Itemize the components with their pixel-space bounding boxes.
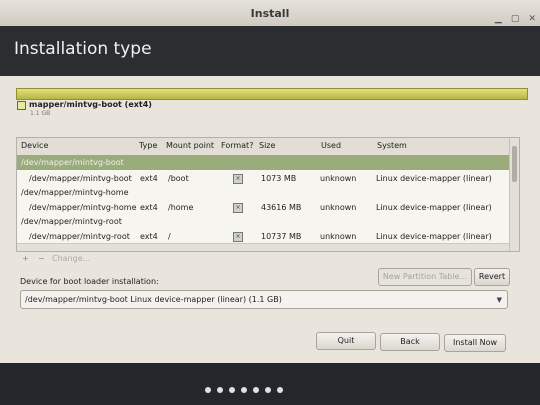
partition-color-swatch: [17, 101, 26, 110]
type-cell: ext4: [140, 174, 158, 183]
horizontal-scrollbar[interactable]: [17, 243, 509, 251]
add-partition-button[interactable]: +: [22, 254, 29, 263]
table-row[interactable]: /dev/mapper/mintvg-boot ext4 /boot × 107…: [17, 171, 509, 186]
maximize-icon[interactable]: ▢: [511, 14, 520, 24]
install-now-button[interactable]: Install Now: [444, 334, 506, 352]
bootloader-select[interactable]: /dev/mapper/mintvg-boot Linux device-map…: [20, 290, 508, 309]
revert-button[interactable]: Revert: [474, 268, 510, 286]
table-row[interactable]: /dev/mapper/mintvg-root ext4 / × 10737 M…: [17, 229, 509, 244]
back-button[interactable]: Back: [380, 333, 440, 351]
mount-cell: /: [168, 232, 171, 241]
system-cell: Linux device-mapper (linear): [376, 232, 492, 241]
step-dot: [241, 387, 247, 393]
step-dot: [229, 387, 235, 393]
column-header-mount[interactable]: Mount point: [166, 141, 214, 150]
page-header: Installation type: [0, 26, 540, 76]
size-cell: 10737 MB: [261, 232, 302, 241]
disk-usage-bar: [16, 88, 528, 100]
table-row[interactable]: /dev/mapper/mintvg-root: [17, 214, 509, 229]
device-cell: /dev/mapper/mintvg-root: [29, 232, 130, 241]
mount-cell: /boot: [168, 174, 189, 183]
dropdown-arrow-icon: ▼: [496, 296, 502, 304]
minimize-icon[interactable]: ▁: [495, 14, 502, 24]
column-header-device[interactable]: Device: [21, 141, 48, 150]
column-header-type[interactable]: Type: [139, 141, 157, 150]
window-titlebar: Install ▁ ▢ ✕: [0, 0, 540, 26]
mount-cell: /home: [168, 203, 194, 212]
type-cell: ext4: [140, 232, 158, 241]
used-cell: unknown: [320, 174, 357, 183]
scrollbar-thumb[interactable]: [512, 146, 517, 182]
bootloader-label: Device for boot loader installation:: [20, 277, 159, 286]
progress-footer: [0, 363, 540, 405]
system-cell: Linux device-mapper (linear): [376, 203, 492, 212]
device-cell: /dev/mapper/mintvg-home: [21, 188, 129, 197]
table-row[interactable]: /dev/mapper/mintvg-home ext4 /home × 436…: [17, 200, 509, 215]
format-checkbox[interactable]: ×: [233, 232, 243, 242]
partition-name: mapper/mintvg-boot (ext4): [29, 100, 152, 109]
device-cell: /dev/mapper/mintvg-root: [21, 217, 122, 226]
step-dot: [217, 387, 223, 393]
step-dot: [265, 387, 271, 393]
step-indicator: [205, 378, 289, 397]
size-cell: 43616 MB: [261, 203, 302, 212]
used-cell: unknown: [320, 232, 357, 241]
system-cell: Linux device-mapper (linear): [376, 174, 492, 183]
page-title: Installation type: [14, 39, 152, 59]
type-cell: ext4: [140, 203, 158, 212]
step-dot: [253, 387, 259, 393]
partition-toolbar: + − Change...: [16, 252, 156, 266]
column-header-size[interactable]: Size: [259, 141, 275, 150]
window-title: Install: [250, 7, 290, 20]
partition-size: 1.1 GB: [30, 110, 51, 117]
column-header-format[interactable]: Format?: [221, 141, 253, 150]
vertical-scrollbar[interactable]: [509, 138, 519, 251]
column-header-used[interactable]: Used: [321, 141, 341, 150]
table-row-selected[interactable]: /dev/mapper/mintvg-boot: [17, 155, 509, 170]
new-partition-table-button[interactable]: New Partition Table...: [378, 268, 472, 286]
change-partition-button[interactable]: Change...: [52, 254, 90, 263]
table-header: Device Type Mount point Format? Size Use…: [17, 138, 509, 156]
size-cell: 1073 MB: [261, 174, 297, 183]
device-cell: /dev/mapper/mintvg-boot: [29, 174, 132, 183]
step-dot: [277, 387, 283, 393]
column-header-system[interactable]: System: [377, 141, 407, 150]
partition-table[interactable]: Device Type Mount point Format? Size Use…: [16, 137, 520, 252]
main-content: mapper/mintvg-boot (ext4) 1.1 GB Device …: [0, 76, 540, 363]
bootloader-selected-value: /dev/mapper/mintvg-boot Linux device-map…: [25, 295, 282, 304]
remove-partition-button[interactable]: −: [38, 254, 45, 263]
used-cell: unknown: [320, 203, 357, 212]
window-controls: ▁ ▢ ✕: [491, 6, 536, 25]
quit-button[interactable]: Quit: [316, 332, 376, 350]
step-dot: [205, 387, 211, 393]
format-checkbox[interactable]: ×: [233, 203, 243, 213]
device-cell: /dev/mapper/mintvg-home: [29, 203, 137, 212]
device-cell: /dev/mapper/mintvg-boot: [21, 158, 124, 167]
table-row[interactable]: /dev/mapper/mintvg-home: [17, 185, 509, 200]
close-icon[interactable]: ✕: [528, 14, 536, 24]
format-checkbox[interactable]: ×: [233, 174, 243, 184]
